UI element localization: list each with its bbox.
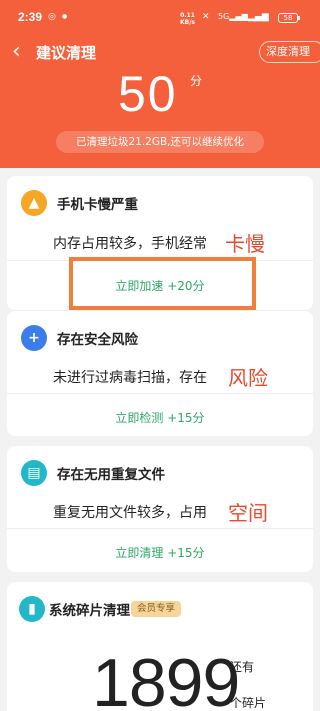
score-unit: 分 xyxy=(190,74,203,88)
shield-icon: + xyxy=(21,325,47,351)
count-prefix: 还有 xyxy=(230,660,255,674)
status-time: 2:39 xyxy=(18,10,43,24)
count-suffix: 个碎片 xyxy=(230,696,267,710)
card-title: 手机卡慢严重 xyxy=(57,197,138,213)
notification-icon: ◎ xyxy=(48,12,56,22)
card-keyword: 空间 xyxy=(228,501,268,525)
dot-icon: ● xyxy=(62,13,68,20)
scan-button[interactable]: 立即检测 +15分 xyxy=(7,409,313,426)
fragment-count: 1899 xyxy=(92,645,240,711)
page-title: 建议清理 xyxy=(36,44,97,62)
card-title: 存在安全风险 xyxy=(57,332,138,348)
card-security-risk: + 存在安全风险 未进行过病毒扫描，存在 风险 立即检测 +15分 xyxy=(7,311,313,436)
fragment-icon: ▮ xyxy=(19,596,45,622)
rocket-icon: ▲ xyxy=(21,190,47,216)
signal-icon: ▂▄▆ xyxy=(248,12,269,22)
wifi-off-icon: ✕ xyxy=(202,12,210,22)
card-keyword: 卡慢 xyxy=(225,232,265,256)
vip-badge: 会员专享 xyxy=(131,601,182,617)
card-desc: 未进行过病毒扫描，存在 xyxy=(53,370,207,386)
divider xyxy=(7,528,313,529)
header: 2:39 ◎ ● 0.11 KB/s ✕ 5G▂▄▆ ▂▄▆ 58 ‹ 建议清理 … xyxy=(0,0,320,168)
net-speed: 0.11 KB/s xyxy=(180,12,195,26)
card-desc: 重复无用文件较多，占用 xyxy=(53,505,207,521)
card-desc: 内存占用较多，手机经常 xyxy=(53,236,207,252)
nav-bar: ‹ 建议清理 深度清理 xyxy=(0,40,320,66)
card-duplicate-files: ▤ 存在无用重复文件 重复无用文件较多，占用 空间 立即清理 +15分 xyxy=(7,446,313,572)
clean-summary: 已清理垃圾21.2GB,还可以继续优化 xyxy=(56,131,264,153)
files-icon: ▤ xyxy=(21,460,47,486)
card-title: 系统碎片清理 xyxy=(49,603,130,619)
card-title: 存在无用重复文件 xyxy=(57,467,165,483)
signal-5g-icon: 5G▂▄▆ xyxy=(218,12,248,21)
divider xyxy=(7,393,313,394)
highlight-box xyxy=(69,257,256,310)
score-value: 50 xyxy=(118,66,178,122)
battery-icon: 58 xyxy=(278,13,300,23)
card-keyword: 风险 xyxy=(228,366,268,390)
deep-clean-button[interactable]: 深度清理 xyxy=(259,41,320,63)
back-arrow-icon[interactable]: ‹ xyxy=(12,40,21,64)
clean-button[interactable]: 立即清理 +15分 xyxy=(7,544,313,561)
status-bar: 2:39 ◎ ● 0.11 KB/s ✕ 5G▂▄▆ ▂▄▆ 58 xyxy=(0,0,320,36)
